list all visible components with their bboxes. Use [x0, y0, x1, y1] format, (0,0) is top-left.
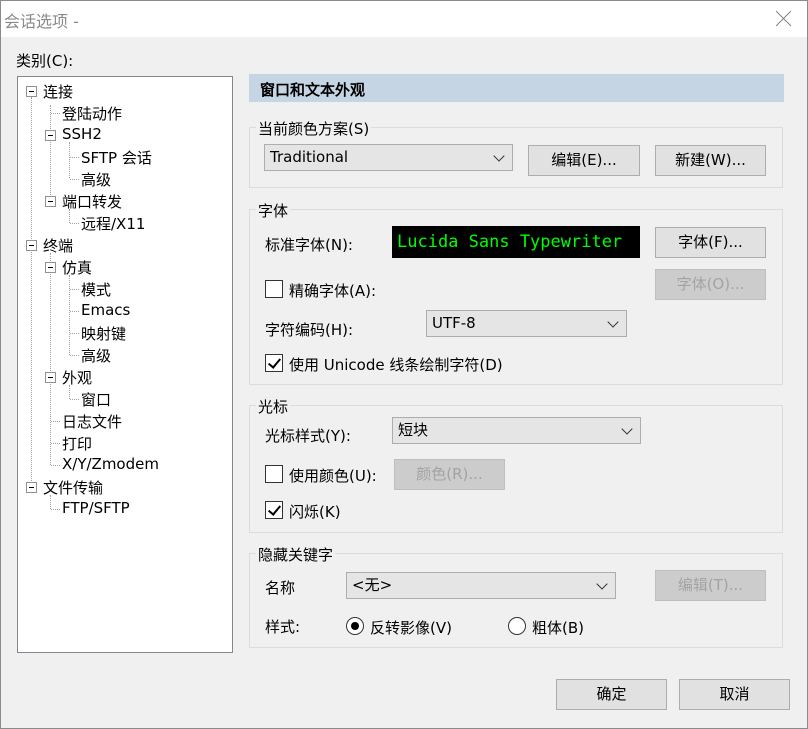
title-bar: [0, 0, 808, 37]
cursor-color-button[interactable]: 颜色(R)...: [394, 459, 505, 490]
tree-item-ftp-sftp[interactable]: FTP/SFTP: [62, 499, 130, 517]
tree-item-terminal[interactable]: 终端: [43, 235, 73, 256]
font-o-button[interactable]: 字体(O)...: [655, 269, 766, 300]
keyword-name-select[interactable]: <无>: [346, 572, 616, 599]
collapse-icon[interactable]: [45, 196, 56, 207]
encoding-value: UTF-8: [432, 314, 476, 332]
cursor-group-label: 光标: [256, 396, 291, 417]
chevron-down-icon: [493, 150, 505, 162]
tree-item-modes[interactable]: 模式: [81, 279, 111, 300]
normal-font-label: 标准字体(N):: [265, 236, 353, 254]
cursor-style-select[interactable]: 短块: [392, 417, 641, 444]
collapse-icon[interactable]: [26, 240, 37, 251]
blink-label: 闪烁(K): [289, 503, 341, 521]
close-icon[interactable]: [772, 6, 796, 30]
precise-font-label: 精确字体(A):: [289, 282, 377, 300]
tree-item-sftp-session[interactable]: SFTP 会话: [81, 147, 152, 168]
chevron-down-icon: [607, 316, 619, 328]
encoding-select[interactable]: UTF-8: [426, 310, 627, 337]
tree-item-emulation[interactable]: 仿真: [62, 257, 92, 278]
reverse-video-radio[interactable]: [346, 617, 364, 635]
tree-item-advanced[interactable]: 高级: [81, 345, 111, 366]
blink-checkbox[interactable]: [265, 501, 283, 519]
collapse-icon[interactable]: [26, 482, 37, 493]
chevron-down-icon: [621, 423, 633, 435]
precise-font-checkbox[interactable]: [265, 280, 283, 298]
window-title: 会话选项 -: [4, 12, 79, 31]
tree-item-keymap[interactable]: 映射键: [81, 323, 126, 344]
section-header: 窗口和文本外观: [260, 81, 366, 99]
collapse-icon[interactable]: [26, 86, 37, 97]
chevron-down-icon: [596, 578, 608, 590]
unicode-line-drawing-checkbox[interactable]: [265, 354, 283, 372]
tree-item-appearance[interactable]: 外观: [62, 367, 92, 388]
tree-item-login-actions[interactable]: 登陆动作: [62, 103, 122, 124]
cancel-button[interactable]: 取消: [679, 679, 790, 710]
keyword-name-label: 名称: [265, 579, 296, 597]
tree-item-file-transfer[interactable]: 文件传输: [43, 477, 103, 498]
unicode-line-drawing-label: 使用 Unicode 线条绘制字符(D): [289, 356, 503, 374]
edit-color-scheme-button[interactable]: 编辑(E)...: [528, 145, 640, 176]
font-group-label: 字体: [256, 200, 291, 221]
keywords-group-label: 隐藏关键字: [256, 544, 336, 565]
edit-keyword-button[interactable]: 编辑(T)...: [655, 570, 766, 601]
color-scheme-select[interactable]: Traditional: [264, 144, 513, 171]
keyword-style-label: 样式:: [265, 618, 301, 636]
cursor-style-value: 短块: [398, 421, 429, 439]
tree-item-xyzmodem[interactable]: X/Y/Zmodem: [62, 455, 159, 473]
bold-label: 粗体(B): [532, 619, 584, 637]
category-label: 类别(C):: [16, 52, 74, 70]
category-tree[interactable]: 连接 登陆动作 SSH2 SFTP 会话 高级 端口转发 远程/X11 终端 仿…: [17, 76, 233, 653]
tree-item-advanced[interactable]: 高级: [81, 169, 111, 190]
encoding-label: 字符编码(H):: [265, 321, 354, 339]
tree-item-remote-x11[interactable]: 远程/X11: [81, 213, 145, 234]
use-color-label: 使用颜色(U):: [289, 467, 377, 485]
font-sample: Lucida Sans Typewriter: [392, 226, 640, 258]
font-button[interactable]: 字体(F)...: [655, 227, 766, 258]
collapse-icon[interactable]: [45, 130, 56, 141]
new-color-scheme-button[interactable]: 新建(W)...: [655, 145, 766, 176]
ok-button[interactable]: 确定: [556, 679, 667, 710]
collapse-icon[interactable]: [45, 372, 56, 383]
color-scheme-group-label: 当前颜色方案(S): [256, 118, 372, 139]
tree-item-connection[interactable]: 连接: [43, 81, 73, 102]
tree-item-log-file[interactable]: 日志文件: [62, 411, 122, 432]
keyword-name-value: <无>: [352, 576, 393, 594]
bold-radio[interactable]: [508, 617, 526, 635]
collapse-icon[interactable]: [45, 262, 56, 273]
tree-item-port-forwarding[interactable]: 端口转发: [62, 191, 122, 212]
tree-item-emacs[interactable]: Emacs: [81, 301, 130, 319]
tree-item-printing[interactable]: 打印: [62, 433, 92, 454]
tree-item-window[interactable]: 窗口: [81, 389, 111, 410]
color-scheme-value: Traditional: [270, 148, 349, 166]
tree-item-ssh2[interactable]: SSH2: [62, 125, 102, 143]
use-color-checkbox[interactable]: [265, 465, 283, 483]
reverse-video-label: 反转影像(V): [370, 619, 452, 637]
cursor-style-label: 光标样式(Y):: [265, 427, 351, 445]
